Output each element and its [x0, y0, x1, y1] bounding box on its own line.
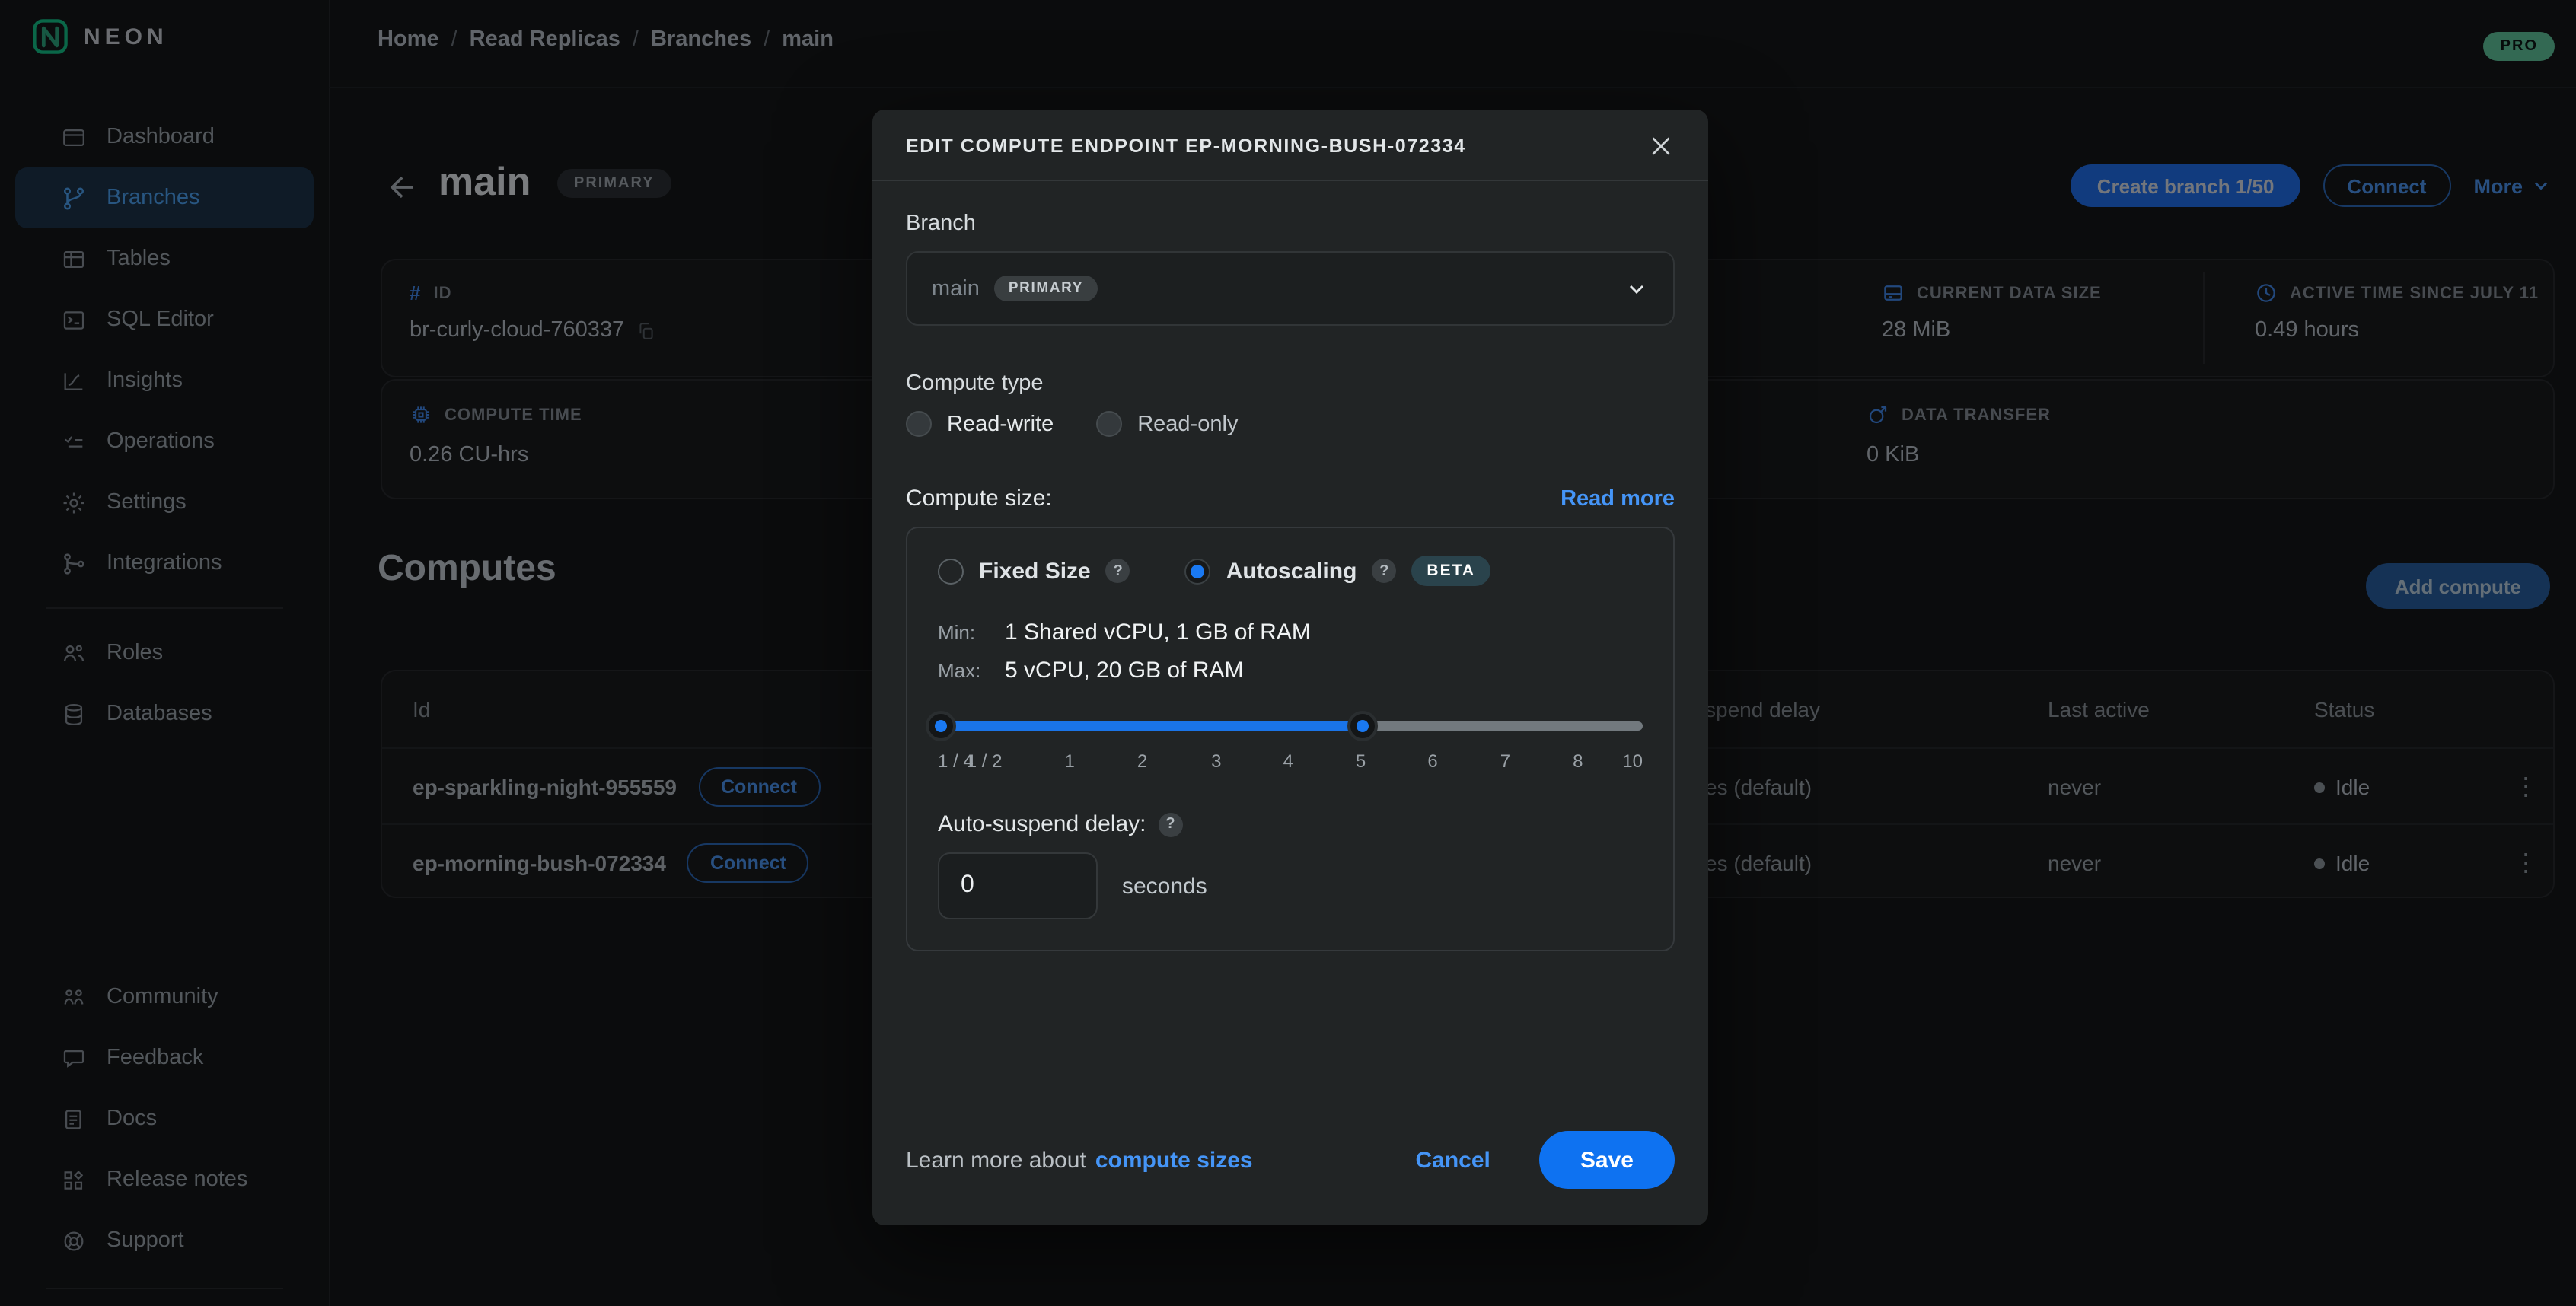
radio-autoscaling[interactable] — [1185, 558, 1211, 584]
branch-select[interactable]: main PRIMARY — [906, 251, 1675, 326]
tick-label: 5 — [1356, 750, 1366, 772]
max-size-row: Max: 5 vCPU, 20 GB of RAM — [938, 658, 1643, 683]
slider-ticks: 1 / 4 1 / 2 1 2 3 4 5 6 7 8 10 — [938, 750, 1643, 775]
radio-label: Read-write — [947, 412, 1054, 436]
auto-suspend-label-text: Auto-suspend delay: — [938, 811, 1146, 837]
radio-label: Read-only — [1137, 412, 1238, 436]
radio-read-write[interactable] — [906, 411, 932, 437]
slider-min-handle[interactable] — [926, 711, 956, 741]
tick-label: 4 — [1283, 750, 1293, 772]
tick-label: 2 — [1137, 750, 1147, 772]
beta-badge: BETA — [1411, 556, 1490, 586]
radio-label: Autoscaling — [1226, 558, 1357, 584]
auto-suspend-unit: seconds — [1122, 873, 1207, 899]
auto-suspend-input[interactable]: 0 — [938, 852, 1098, 919]
tick-label: 1 — [1064, 750, 1074, 772]
slider-fill — [938, 721, 1363, 731]
compute-size-header: Compute size: Read more — [906, 486, 1675, 511]
help-icon[interactable]: ? — [1159, 812, 1183, 836]
branch-field-label: Branch — [906, 212, 1675, 236]
learn-more-prefix: Learn more about — [906, 1147, 1086, 1173]
max-label: Max: — [938, 659, 1005, 682]
modal-title: EDIT COMPUTE ENDPOINT EP-MORNING-BUSH-07… — [906, 135, 1466, 157]
footer-actions: Cancel Save — [1407, 1131, 1675, 1189]
chevron-down-icon — [1624, 276, 1649, 301]
modal-header: EDIT COMPUTE ENDPOINT EP-MORNING-BUSH-07… — [872, 110, 1708, 181]
learn-more-text: Learn more about compute sizes — [906, 1147, 1253, 1173]
read-only-option[interactable]: Read-only — [1096, 411, 1238, 437]
tick-label: 8 — [1573, 750, 1583, 772]
fixed-size-option[interactable]: Fixed Size ? — [938, 558, 1130, 584]
help-icon[interactable]: ? — [1106, 559, 1130, 583]
tick-label: 1 / 2 — [967, 750, 1003, 772]
primary-badge: PRIMARY — [995, 276, 1097, 301]
close-icon[interactable] — [1647, 132, 1675, 160]
compute-size-fieldset: Fixed Size ? Autoscaling ? BETA Min: 1 S… — [906, 527, 1675, 951]
min-label: Min: — [938, 621, 1005, 644]
compute-size-slider[interactable] — [938, 711, 1643, 741]
compute-sizes-link[interactable]: compute sizes — [1095, 1147, 1253, 1173]
save-button[interactable]: Save — [1539, 1131, 1675, 1189]
min-size-row: Min: 1 Shared vCPU, 1 GB of RAM — [938, 620, 1643, 645]
tick-label: 3 — [1211, 750, 1221, 772]
slider-max-handle[interactable] — [1347, 711, 1378, 741]
compute-type-radios: Read-write Read-only — [906, 411, 1675, 437]
radio-read-only[interactable] — [1096, 411, 1122, 437]
tick-label: 10 — [1622, 750, 1643, 772]
compute-size-label: Compute size: — [906, 486, 1052, 511]
help-icon[interactable]: ? — [1372, 559, 1396, 583]
radio-label: Fixed Size — [979, 558, 1091, 584]
branch-select-value: main — [932, 276, 980, 301]
cancel-button[interactable]: Cancel — [1407, 1145, 1500, 1174]
size-mode-radios: Fixed Size ? Autoscaling ? BETA — [938, 556, 1643, 586]
read-more-link[interactable]: Read more — [1561, 486, 1675, 511]
min-value: 1 Shared vCPU, 1 GB of RAM — [1005, 620, 1311, 645]
max-value: 5 vCPU, 20 GB of RAM — [1005, 658, 1243, 683]
radio-fixed-size[interactable] — [938, 558, 964, 584]
auto-suspend-row: 0 seconds — [938, 852, 1643, 919]
modal-body: Branch main PRIMARY Compute type Read-wr… — [872, 181, 1708, 1225]
read-write-option[interactable]: Read-write — [906, 411, 1054, 437]
tick-label: 7 — [1500, 750, 1510, 772]
autoscaling-option[interactable]: Autoscaling ? BETA — [1185, 556, 1490, 586]
app-window: NEON Dashboard Branches Tables SQL Edito… — [0, 0, 2576, 1306]
compute-type-label: Compute type — [906, 371, 1675, 396]
edit-compute-endpoint-modal: EDIT COMPUTE ENDPOINT EP-MORNING-BUSH-07… — [872, 110, 1708, 1225]
auto-suspend-label: Auto-suspend delay: ? — [938, 811, 1643, 837]
tick-label: 6 — [1427, 750, 1437, 772]
modal-footer: Learn more about compute sizes Cancel Sav… — [906, 1131, 1675, 1189]
